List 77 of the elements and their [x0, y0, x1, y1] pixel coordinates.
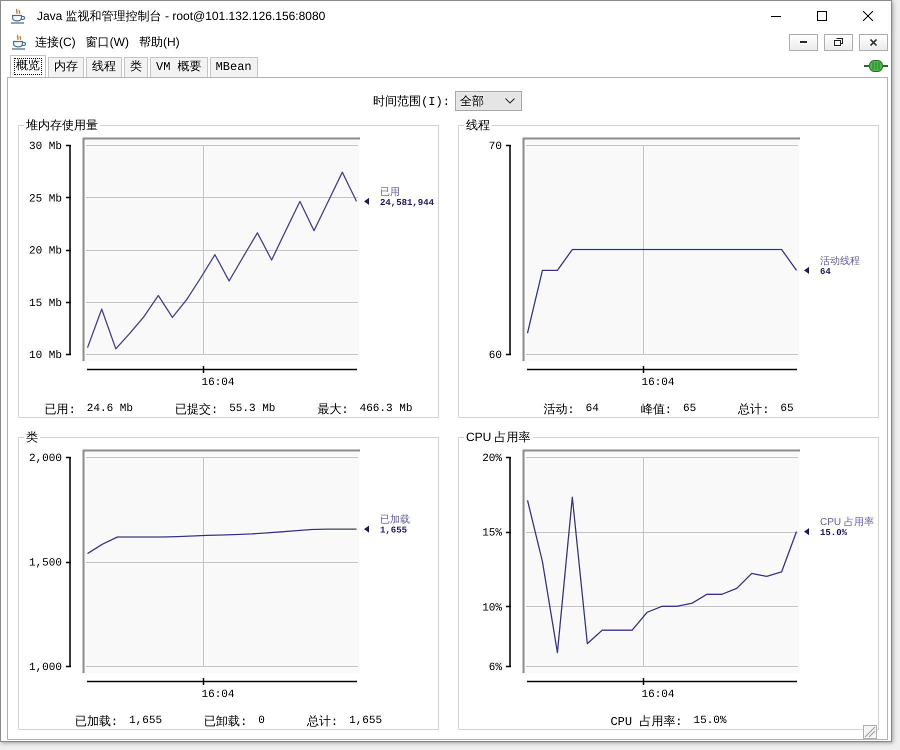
restore-button[interactable] [824, 34, 853, 50]
summary-label: 峰值: [640, 402, 672, 418]
x-tick-label: 16:04 [202, 689, 235, 701]
window-title: Java 监视和管理控制台 - root@101.132.126.156:8080 [37, 8, 326, 24]
y-tick-label: 70 [488, 141, 502, 153]
tab[interactable]: 概览 [10, 55, 46, 77]
y-tick-label: 6% [488, 662, 502, 674]
panel-title: 线程 [465, 118, 491, 132]
coffee-cup-icon [11, 34, 27, 50]
summary-value: 65 [780, 403, 794, 415]
summary-label: 总计: [306, 714, 338, 730]
y-tick-label: 10% [482, 602, 502, 614]
series-value: 15.0% [820, 528, 848, 538]
y-tick-label: 1,500 [28, 558, 62, 570]
series-label: 已加载 [380, 514, 410, 526]
y-tick-label: 60 [488, 350, 502, 362]
summary-value: 0 [258, 715, 265, 727]
y-tick-label: 30 Mb [28, 141, 62, 153]
value-marker-icon [804, 528, 809, 536]
series-label: 活动线程 [820, 256, 860, 267]
restore-icon [834, 38, 843, 46]
summary-label: 已提交: [174, 402, 218, 418]
y-tick-label: 15% [482, 528, 502, 540]
summary-value: 64 [586, 403, 599, 415]
close-button[interactable] [859, 34, 888, 50]
caret-icon [504, 98, 515, 104]
y-tick-label: 2,000 [28, 453, 62, 465]
summary-label: 已卸载: [204, 714, 248, 730]
coffee-cup-icon [10, 8, 26, 24]
value-marker-icon [364, 526, 369, 533]
summary-value: 15.0% [694, 715, 727, 727]
summary-label: 活动: [543, 402, 575, 418]
panel-title: 类 [25, 430, 39, 444]
series-value: 1,655 [380, 526, 408, 536]
y-tick-label: 20% [482, 453, 502, 465]
x-tick-label: 16:04 [202, 377, 235, 389]
x-tick-label: 16:04 [642, 689, 675, 701]
y-tick-label: 25 Mb [28, 193, 62, 206]
minimize-icon [800, 41, 807, 43]
menu-item[interactable]: 帮助(H) [134, 33, 185, 51]
tab[interactable]: 线程 [86, 57, 122, 77]
tab[interactable]: MBean [210, 57, 258, 77]
tab[interactable]: 内存 [48, 57, 84, 77]
menu-item[interactable]: 连接(C) [30, 33, 81, 51]
panel-title: 堆内存使用量 [25, 118, 99, 132]
series-label: CPU 占用率 [820, 517, 874, 528]
time-range-label: 时间范围(I): [373, 94, 450, 110]
summary-label: CPU 占用率: [610, 714, 682, 730]
y-tick-label: 1,000 [28, 662, 62, 674]
series-value: 64 [820, 266, 831, 277]
summary-value: 65 [683, 403, 696, 415]
tab[interactable]: VM 概要 [150, 57, 208, 77]
time-range-dropdown[interactable]: 全部 [454, 91, 522, 111]
minimize-button[interactable] [789, 34, 818, 50]
summary-label: 已加载: [74, 714, 118, 730]
summary-value: 1,655 [349, 715, 382, 727]
series-value: 24,581,944 [380, 198, 434, 208]
summary-value: 466.3 Mb [360, 403, 412, 415]
summary-value: 1,655 [129, 715, 162, 727]
close-icon [870, 38, 877, 46]
menu-item[interactable]: 窗口(W) [80, 33, 134, 51]
value-marker-icon [364, 198, 369, 205]
summary-label: 已用: [44, 402, 76, 418]
series-label: 已用 [380, 186, 400, 198]
y-tick-label: 10 Mb [28, 350, 62, 362]
close-icon [863, 11, 873, 21]
summary-value: 24.6 Mb [86, 403, 133, 415]
summary-label: 最大: [317, 402, 349, 418]
maximize-icon [817, 11, 827, 21]
summary-label: 总计: [738, 402, 770, 418]
y-tick-label: 15 Mb [28, 298, 62, 310]
x-tick-label: 16:04 [642, 377, 675, 389]
value-marker-icon [804, 266, 809, 274]
y-tick-label: 20 Mb [28, 246, 62, 258]
summary-value: 55.3 Mb [229, 403, 276, 415]
tab[interactable]: 类 [124, 57, 148, 77]
panel-title: CPU 占用率 [465, 430, 532, 444]
